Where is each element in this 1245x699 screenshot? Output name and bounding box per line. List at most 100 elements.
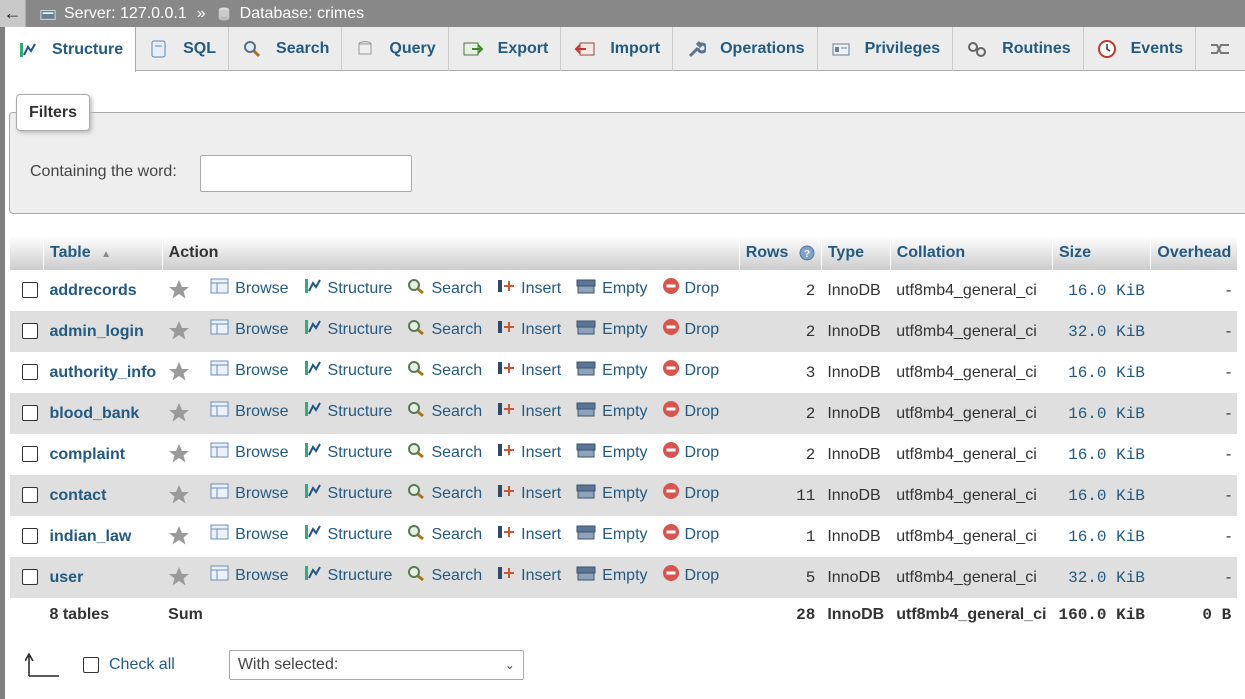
tab-events[interactable]: Events [1084,27,1197,71]
table-size[interactable]: 16.0 KiB [1052,434,1151,475]
row-checkbox[interactable] [21,323,38,340]
table-name-link[interactable]: user [43,557,163,598]
table-column-header[interactable]: Table ▲ [43,236,163,270]
collation-column-header[interactable]: Collation [889,236,1053,270]
insert-action[interactable]: Insert [496,441,561,464]
tab-sql[interactable]: SQL [136,27,230,71]
favorite-star-icon[interactable] [168,525,190,550]
row-checkbox[interactable] [21,528,38,545]
table-name-link[interactable]: authority_info [43,352,163,393]
structure-action[interactable]: Structure [303,318,392,341]
row-checkbox[interactable] [21,569,38,586]
size-column-header[interactable]: Size [1051,236,1151,270]
browse-action[interactable]: Browse [210,318,289,341]
empty-action[interactable]: Empty [575,441,648,464]
table-size[interactable]: 16.0 KiB [1052,393,1151,434]
type-column-header[interactable]: Type [820,236,891,270]
check-all-checkbox[interactable] [83,657,99,673]
structure-action[interactable]: Structure [303,523,392,546]
search-action[interactable]: Search [406,359,482,382]
row-checkbox[interactable] [21,364,38,381]
drop-action[interactable]: Drop [662,359,719,382]
tab-export[interactable]: Export [449,27,562,71]
favorite-star-icon[interactable] [168,279,190,304]
tab-query[interactable]: Query [342,27,449,71]
with-selected-select[interactable]: With selected: ⌄ [228,650,524,680]
table-name-link[interactable]: addrecords [43,270,163,311]
drop-action[interactable]: Drop [662,318,719,341]
search-action[interactable]: Search [406,277,482,300]
breadcrumb-database[interactable]: Database: crimes [216,5,364,23]
row-checkbox[interactable] [21,282,38,299]
favorite-star-icon[interactable] [168,402,190,427]
table-name-link[interactable]: indian_law [43,516,163,557]
insert-action[interactable]: Insert [496,482,561,505]
empty-action[interactable]: Empty [575,318,648,341]
tab-search[interactable]: Search [229,27,343,71]
browse-action[interactable]: Browse [210,523,289,546]
search-action[interactable]: Search [406,482,482,505]
table-size[interactable]: 32.0 KiB [1052,311,1151,352]
drop-action[interactable]: Drop [662,400,719,423]
drop-action[interactable]: Drop [662,441,719,464]
browse-action[interactable]: Browse [210,400,289,423]
table-name-link[interactable]: contact [43,475,163,516]
drop-action[interactable]: Drop [662,523,719,546]
table-size[interactable]: 16.0 KiB [1052,270,1151,311]
help-icon[interactable]: ? [799,245,815,261]
browse-action[interactable]: Browse [210,277,289,300]
check-all-label[interactable]: Check all [109,656,175,674]
overhead-column-header[interactable]: Overhead [1150,236,1238,270]
favorite-star-icon[interactable] [168,484,190,509]
table-size[interactable]: 32.0 KiB [1052,557,1151,598]
search-action[interactable]: Search [406,441,482,464]
row-checkbox[interactable] [21,405,38,422]
insert-action[interactable]: Insert [496,400,561,423]
filter-input[interactable] [200,155,412,192]
empty-action[interactable]: Empty [575,400,648,423]
empty-action[interactable]: Empty [575,277,648,300]
favorite-star-icon[interactable] [168,320,190,345]
drop-action[interactable]: Drop [662,482,719,505]
favorite-star-icon[interactable] [168,361,190,386]
insert-action[interactable]: Insert [496,523,561,546]
structure-action[interactable]: Structure [303,482,392,505]
search-action[interactable]: Search [406,318,482,341]
search-action[interactable]: Search [406,564,482,587]
empty-action[interactable]: Empty [575,359,648,382]
back-button[interactable]: ← [0,0,26,27]
tab-operations[interactable]: Operations [673,27,818,71]
tab-more[interactable] [1196,27,1245,71]
browse-action[interactable]: Browse [210,482,289,505]
drop-action[interactable]: Drop [662,564,719,587]
tab-privileges[interactable]: Privileges [818,27,954,71]
search-action[interactable]: Search [406,400,482,423]
empty-action[interactable]: Empty [575,523,648,546]
table-size[interactable]: 16.0 KiB [1052,475,1151,516]
table-size[interactable]: 16.0 KiB [1052,516,1151,557]
insert-action[interactable]: Insert [496,564,561,587]
structure-action[interactable]: Structure [303,564,392,587]
browse-action[interactable]: Browse [210,564,289,587]
table-name-link[interactable]: blood_bank [43,393,163,434]
structure-action[interactable]: Structure [303,400,392,423]
drop-action[interactable]: Drop [662,277,719,300]
tab-structure[interactable]: Structure [5,27,137,72]
structure-action[interactable]: Structure [303,359,392,382]
table-name-link[interactable]: admin_login [43,311,163,352]
table-name-link[interactable]: complaint [43,434,163,475]
tab-import[interactable]: Import [561,27,674,71]
table-size[interactable]: 16.0 KiB [1052,352,1151,393]
breadcrumb-server[interactable]: Server: 127.0.0.1 [40,5,187,23]
insert-action[interactable]: Insert [496,359,561,382]
empty-action[interactable]: Empty [575,482,648,505]
empty-action[interactable]: Empty [575,564,648,587]
browse-action[interactable]: Browse [210,359,289,382]
tab-routines[interactable]: Routines [953,27,1084,71]
row-checkbox[interactable] [21,487,38,504]
favorite-star-icon[interactable] [168,566,190,591]
search-action[interactable]: Search [406,523,482,546]
rows-column-header[interactable]: Rows ? [738,236,822,270]
insert-action[interactable]: Insert [496,318,561,341]
structure-action[interactable]: Structure [303,441,392,464]
